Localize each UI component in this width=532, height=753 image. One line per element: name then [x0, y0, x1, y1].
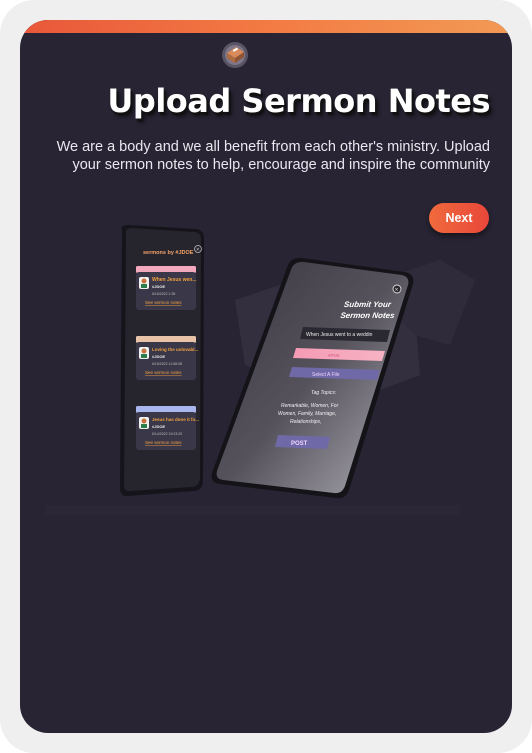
sermon-title-input: When Jesus went to a weddin: [306, 332, 373, 338]
back-phone-header: sermons by #JDOE: [143, 250, 194, 256]
select-file-button: Select A File: [312, 372, 340, 378]
form-title-line2: Sermon Notes: [340, 311, 396, 320]
sermon-card: Loving the unlovabl... #JDOE 6/15/2022 1…: [136, 336, 198, 380]
sermon-card-link: See sermon notes: [145, 300, 182, 305]
sermon-card-date: 6/15/2022 11:58:08: [152, 362, 182, 366]
sermon-card-title: Loving the unlovabl...: [152, 347, 198, 352]
tag-list-line: Relationships,: [290, 419, 321, 425]
sermon-card-date: 6/16/2022 2:35: [152, 292, 175, 296]
sermon-card-link: See sermon notes: [145, 440, 182, 445]
close-icon: ×: [196, 247, 199, 253]
tag-topics-label: Tag Topics:: [311, 390, 337, 396]
sermon-card: Jesus has done it fo... #JDOE 6/14/2022 …: [136, 406, 199, 450]
form-title-line1: Submit Your: [343, 300, 392, 309]
page-title: Upload Sermon Notes: [107, 82, 490, 120]
front-phone: × Submit Your Sermon Notes When Jesus we…: [211, 257, 414, 499]
phones-illustration: sermons by #JDOE × When Jesus wen... #JD…: [45, 225, 475, 515]
top-accent-bar: [20, 20, 512, 33]
next-button[interactable]: Next: [429, 203, 489, 233]
close-icon: ×: [395, 287, 399, 293]
pink-field: #PNK: [328, 353, 340, 358]
back-phone: sermons by #JDOE × When Jesus wen... #JD…: [120, 225, 204, 497]
sermon-card-date: 6/14/2022 19:23:20: [152, 432, 182, 436]
sermon-card-link: See sermon notes: [145, 370, 182, 375]
device-frame: Upload Sermon Notes We are a body and we…: [0, 0, 532, 753]
tag-list-line: Women, Family, Marriage,: [278, 411, 336, 417]
sermon-card-author: #JDOE: [152, 354, 165, 359]
tag-list-line: Remarkable, Women, For: [281, 403, 339, 409]
page-subtitle: We are a body and we all benefit from ea…: [56, 139, 490, 173]
sermon-card-author: #JDOE: [152, 284, 165, 289]
post-button: POST: [291, 441, 308, 447]
sermon-card-title: Jesus has done it fo...: [152, 417, 199, 422]
sermon-app-logo-icon: [222, 42, 248, 68]
onboarding-screen: Upload Sermon Notes We are a body and we…: [20, 20, 512, 733]
sermon-card: When Jesus wen... #JDOE 6/16/2022 2:35 S…: [136, 266, 197, 310]
sermon-card-author: #JDOE: [152, 424, 165, 429]
sermon-card-title: When Jesus wen...: [152, 277, 197, 283]
